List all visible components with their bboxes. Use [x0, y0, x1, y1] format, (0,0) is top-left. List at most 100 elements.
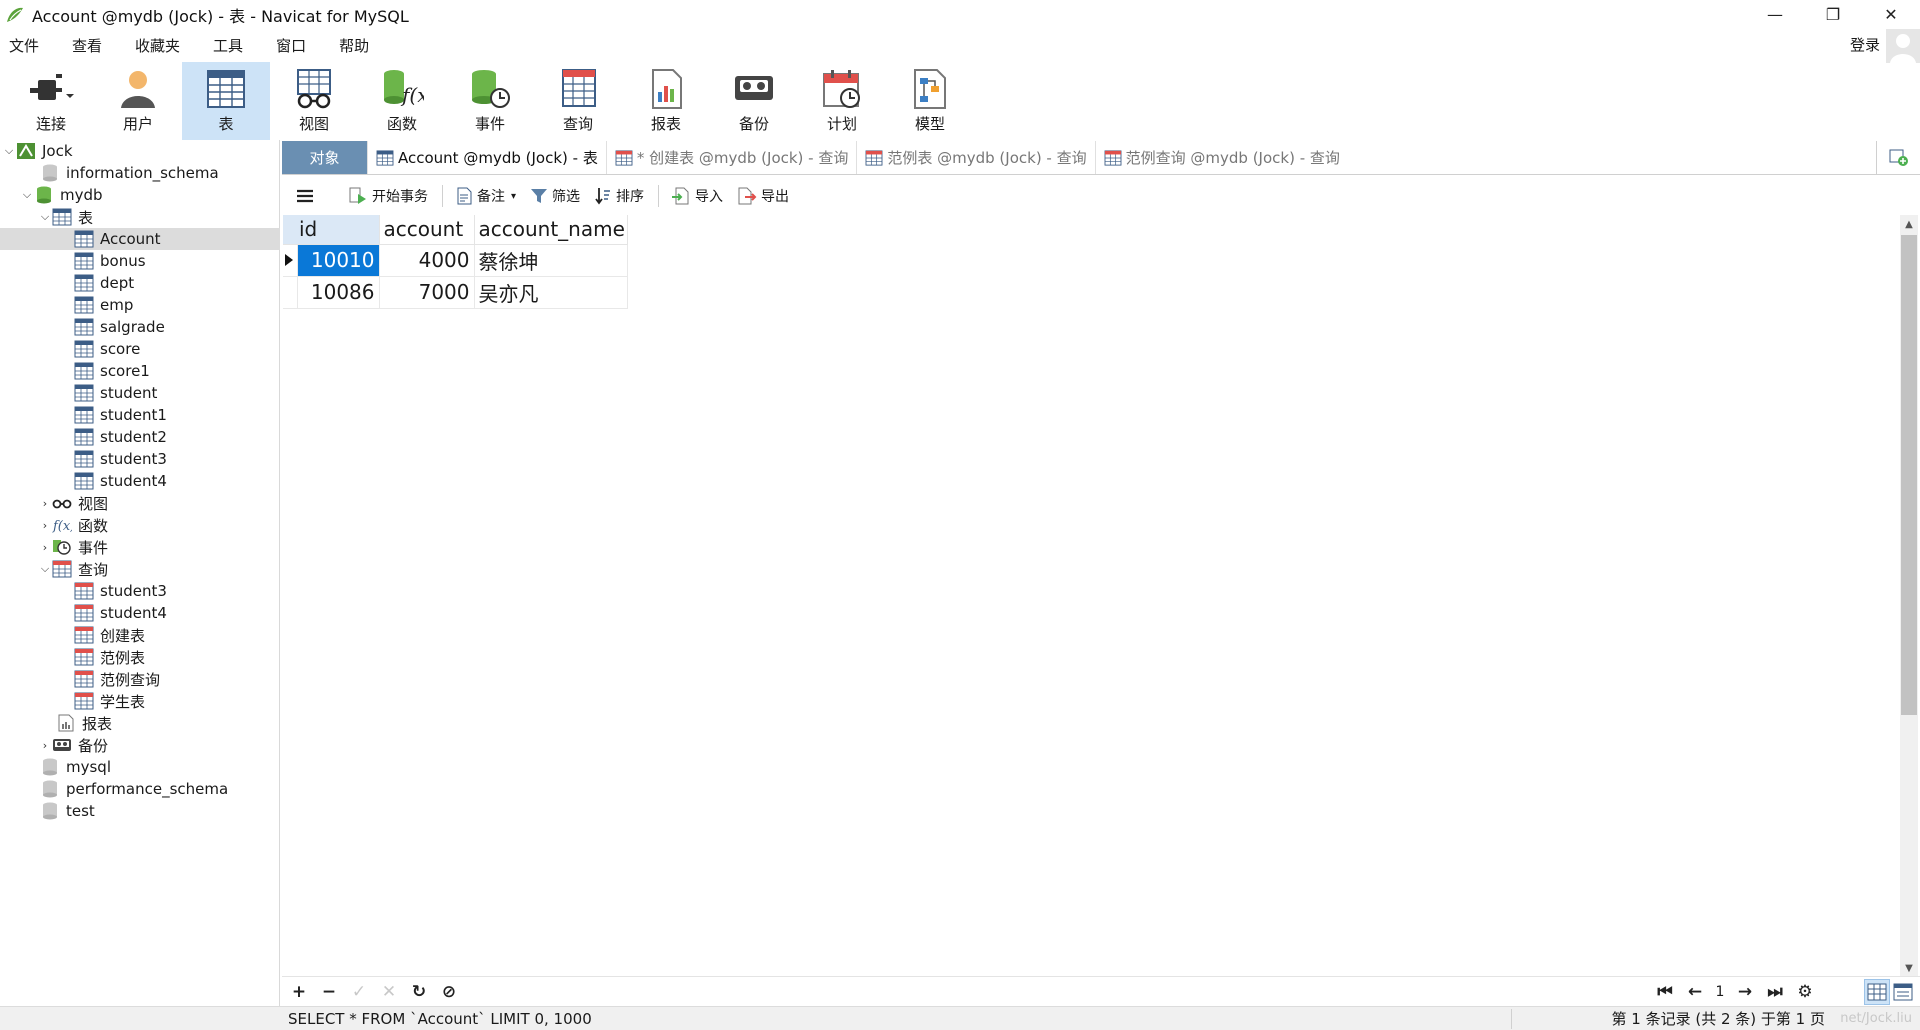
tree-folder-tables[interactable]: ⌵ 表 — [0, 206, 280, 228]
menu-help[interactable]: 帮助 — [339, 35, 369, 56]
tree-query-sample-query[interactable]: 范例查询 — [0, 668, 280, 690]
menu-window[interactable]: 窗口 — [276, 35, 306, 56]
grid-view-button[interactable] — [1864, 979, 1890, 1005]
cell-id[interactable]: 10086 — [297, 276, 380, 309]
tree-db-performance-schema[interactable]: performance_schema — [0, 778, 280, 800]
prev-page-button[interactable]: ← — [1680, 978, 1710, 1006]
tree-connection-jock[interactable]: ⌵ Jock — [0, 140, 280, 162]
first-page-button[interactable]: ⏮ — [1650, 978, 1680, 1006]
menu-view[interactable]: 查看 — [72, 35, 102, 56]
tree-table-account[interactable]: Account — [0, 228, 280, 250]
import-button[interactable]: 导入 — [671, 186, 723, 206]
collapse-arrow-icon[interactable]: ⌵ — [38, 210, 52, 224]
memo-button[interactable]: 备注 ▾ — [455, 186, 516, 206]
cell-account[interactable]: 4000 — [379, 244, 475, 277]
column-header-account-name[interactable]: account_name — [474, 215, 628, 245]
event-button[interactable]: 事件 — [446, 62, 534, 140]
sort-button[interactable]: 排序 — [594, 186, 644, 206]
add-record-button[interactable]: + — [284, 978, 314, 1006]
close-button[interactable]: ✕ — [1862, 0, 1920, 29]
cell-account-name[interactable]: 吴亦凡 — [474, 276, 628, 309]
stop-button[interactable]: ⊘ — [434, 978, 464, 1006]
function-button[interactable]: f(x) 函数 — [358, 62, 446, 140]
expand-arrow-icon[interactable]: › — [38, 738, 52, 752]
tree-db-mydb[interactable]: ⌵ mydb — [0, 184, 280, 206]
tree-folder-views[interactable]: › 视图 — [0, 492, 280, 514]
tree-table-score[interactable]: score — [0, 338, 280, 360]
delete-record-button[interactable]: − — [314, 978, 344, 1006]
tab-objects[interactable]: 对象 — [282, 141, 368, 174]
tree-query-student4[interactable]: student4 — [0, 602, 280, 624]
export-button[interactable]: 导出 — [737, 186, 789, 206]
settings-button[interactable]: ⚙ — [1790, 978, 1820, 1006]
scrollbar-thumb[interactable] — [1901, 235, 1917, 715]
menu-file[interactable]: 文件 — [9, 35, 39, 56]
tree-folder-backups[interactable]: › 备份 — [0, 734, 280, 756]
table-row[interactable]: 10010 4000 蔡徐坤 — [283, 244, 628, 277]
tree-folder-reports[interactable]: 报表 — [0, 712, 280, 734]
expand-arrow-icon[interactable]: › — [38, 518, 52, 532]
avatar-icon[interactable] — [1886, 29, 1920, 63]
tree-folder-functions[interactable]: › f(x) 函数 — [0, 514, 280, 536]
column-header-id[interactable]: id — [283, 215, 380, 245]
filter-button[interactable]: 筛选 — [530, 186, 580, 206]
tree-table-student4[interactable]: student4 — [0, 470, 280, 492]
scroll-up-icon[interactable]: ▲ — [1900, 215, 1918, 233]
tree-db-information-schema[interactable]: information_schema — [0, 162, 280, 184]
tree-table-student1[interactable]: student1 — [0, 404, 280, 426]
last-page-button[interactable]: ⏭ — [1760, 978, 1790, 1006]
tree-table-emp[interactable]: emp — [0, 294, 280, 316]
tree-folder-events[interactable]: › 事件 — [0, 536, 280, 558]
tree-folder-queries[interactable]: ⌵ 查询 — [0, 558, 280, 580]
view-button[interactable]: 视图 — [270, 62, 358, 140]
new-tab-button[interactable] — [1876, 141, 1920, 175]
minimize-button[interactable]: — — [1746, 0, 1804, 29]
column-header-account[interactable]: account — [379, 215, 475, 245]
schedule-button[interactable]: 计划 — [798, 62, 886, 140]
connect-button[interactable]: 连接 — [8, 62, 94, 140]
cell-account-name[interactable]: 蔡徐坤 — [474, 244, 628, 277]
tree-query-student3[interactable]: student3 — [0, 580, 280, 602]
scroll-down-icon[interactable]: ▼ — [1900, 959, 1918, 977]
table-button[interactable]: 表 — [182, 62, 270, 140]
tree-table-score1[interactable]: score1 — [0, 360, 280, 382]
next-page-button[interactable]: → — [1730, 978, 1760, 1006]
cell-account[interactable]: 7000 — [379, 276, 475, 309]
collapse-arrow-icon[interactable]: ⌵ — [20, 188, 34, 202]
tree-table-dept[interactable]: dept — [0, 272, 280, 294]
tab-account-table[interactable]: Account @mydb (Jock) - 表 — [368, 141, 607, 174]
table-row[interactable]: 10086 7000 吴亦凡 — [283, 276, 628, 309]
menu-tools[interactable]: 工具 — [213, 35, 243, 56]
tree-db-test[interactable]: test — [0, 800, 280, 822]
hamburger-menu-button[interactable] — [296, 188, 318, 204]
vertical-scrollbar[interactable]: ▲ ▼ — [1900, 215, 1918, 977]
tab-sample-query[interactable]: 范例查询 @mydb (Jock) - 查询 — [1096, 141, 1348, 174]
menu-favorites[interactable]: 收藏夹 — [135, 35, 180, 56]
begin-transaction-button[interactable]: 开始事务 — [348, 186, 428, 206]
login-link[interactable]: 登录 — [1850, 34, 1880, 55]
tree-query-create-table[interactable]: 创建表 — [0, 624, 280, 646]
expand-arrow-icon[interactable]: › — [38, 540, 52, 554]
expand-arrow-icon[interactable]: › — [38, 496, 52, 510]
apply-changes-button[interactable]: ✓ — [344, 978, 374, 1006]
backup-button[interactable]: 备份 — [710, 62, 798, 140]
tree-table-student[interactable]: student — [0, 382, 280, 404]
refresh-button[interactable]: ↻ — [404, 978, 434, 1006]
chevron-down-icon[interactable]: ▾ — [511, 191, 516, 202]
tree-db-mysql[interactable]: mysql — [0, 756, 280, 778]
tab-sample-table-query[interactable]: 范例表 @mydb (Jock) - 查询 — [857, 141, 1096, 174]
discard-changes-button[interactable]: ✕ — [374, 978, 404, 1006]
tree-query-sample-table[interactable]: 范例表 — [0, 646, 280, 668]
user-button[interactable]: 用户 — [94, 62, 182, 140]
restore-button[interactable]: ❐ — [1804, 0, 1862, 29]
report-button[interactable]: 报表 — [622, 62, 710, 140]
tree-query-student-table[interactable]: 学生表 — [0, 690, 280, 712]
collapse-arrow-icon[interactable]: ⌵ — [38, 562, 52, 576]
form-view-button[interactable] — [1890, 979, 1916, 1005]
query-button[interactable]: 查询 — [534, 62, 622, 140]
page-number[interactable]: 1 — [1710, 984, 1730, 1000]
tree-table-student2[interactable]: student2 — [0, 426, 280, 448]
tab-create-table-query[interactable]: * 创建表 @mydb (Jock) - 查询 — [607, 141, 858, 174]
tree-table-salgrade[interactable]: salgrade — [0, 316, 280, 338]
tree-table-student3[interactable]: student3 — [0, 448, 280, 470]
